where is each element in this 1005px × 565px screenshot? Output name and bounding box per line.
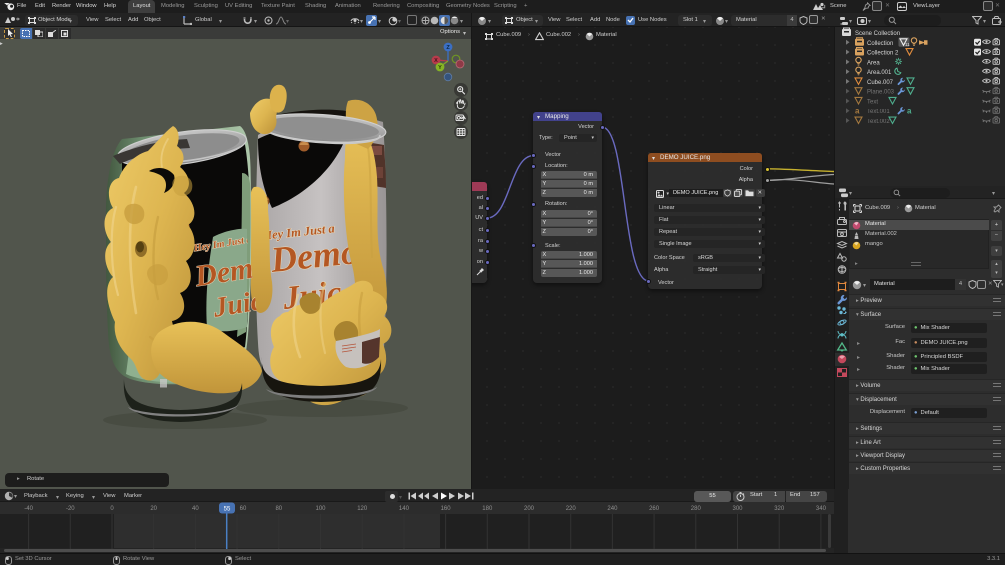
svg-text:Cube.007: Cube.007 [867, 80, 894, 86]
svg-text:160: 160 [441, 506, 452, 512]
svg-text:0: 0 [110, 506, 114, 512]
svg-text:120: 120 [357, 506, 368, 512]
svg-text:Text: Text [867, 99, 878, 105]
svg-text:60: 60 [240, 506, 247, 512]
svg-text:40: 40 [192, 506, 199, 512]
svg-text:240: 240 [607, 506, 618, 512]
svg-text:a: a [855, 107, 860, 116]
svg-text:Area: Area [867, 60, 880, 66]
svg-text:200: 200 [524, 506, 535, 512]
svg-text:-20: -20 [66, 506, 75, 512]
svg-text:Y: Y [438, 65, 442, 71]
svg-text:20: 20 [150, 506, 157, 512]
svg-text:280: 280 [691, 506, 702, 512]
svg-text:340: 340 [816, 506, 827, 512]
svg-text:Collection: Collection [867, 41, 893, 47]
svg-text:320: 320 [774, 506, 785, 512]
svg-text:Scene Collection: Scene Collection [855, 31, 900, 37]
svg-text:180: 180 [482, 506, 493, 512]
svg-text:X: X [434, 58, 438, 64]
svg-text:80: 80 [275, 506, 282, 512]
svg-text:Text.001: Text.001 [867, 109, 890, 115]
svg-text:a: a [907, 107, 912, 116]
svg-text:Plane.003: Plane.003 [867, 90, 895, 96]
svg-text:100: 100 [315, 506, 326, 512]
svg-text:260: 260 [649, 506, 660, 512]
svg-text:Area.001: Area.001 [867, 70, 892, 76]
svg-text:-40: -40 [24, 506, 33, 512]
svg-text:11: 11 [905, 42, 910, 47]
svg-text:300: 300 [732, 506, 743, 512]
svg-text:140: 140 [399, 506, 410, 512]
svg-text:55: 55 [224, 507, 231, 513]
svg-text:Text.002: Text.002 [867, 119, 890, 125]
svg-text:Collection 2: Collection 2 [867, 51, 899, 57]
svg-text:220: 220 [566, 506, 577, 512]
